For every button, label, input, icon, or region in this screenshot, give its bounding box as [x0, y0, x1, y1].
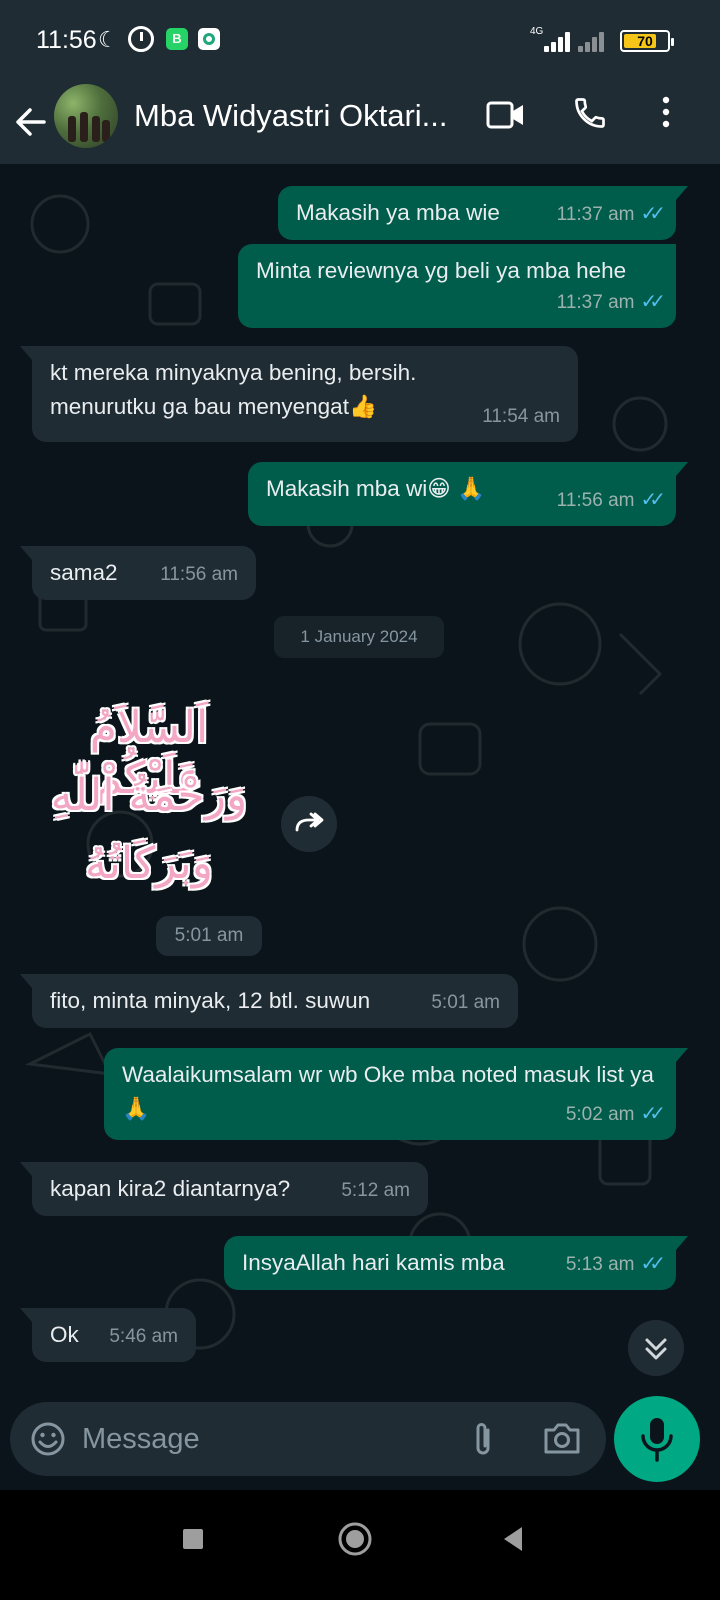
- forward-icon: [295, 812, 324, 832]
- bubble-tail: [676, 186, 688, 200]
- back-arrow-icon: [16, 108, 46, 136]
- forward-button[interactable]: [281, 796, 337, 852]
- outgoing-message[interactable]: Minta reviewnya yg beli ya mba hehe 11:3…: [238, 244, 676, 328]
- video-call-button[interactable]: [486, 100, 526, 135]
- message-meta: 5:02 am ✓✓: [565, 1097, 666, 1132]
- outgoing-message[interactable]: Makasih ya mba wie 11:37 am ✓✓: [278, 186, 688, 240]
- bubble-tail: [676, 1236, 688, 1250]
- incoming-message[interactable]: Ok 5:46 am: [20, 1308, 196, 1362]
- message-meta: 5:12 am: [341, 1174, 410, 1208]
- microphone-icon: [641, 1418, 673, 1462]
- status-bar: 11:56 ☾ B 4G 70: [0, 0, 720, 80]
- back-button[interactable]: [10, 96, 54, 148]
- message-time: 11:56 am: [556, 490, 635, 511]
- read-receipt-icon: ✓✓: [640, 1103, 665, 1125]
- message-text: kt mereka minyaknya bening, bersih. menu…: [50, 360, 417, 419]
- bubble-tail: [20, 346, 32, 360]
- battery-level: 70: [637, 33, 653, 49]
- emoji-button[interactable]: [30, 1421, 66, 1457]
- incoming-message[interactable]: kt mereka minyaknya bening, bersih. menu…: [20, 346, 578, 442]
- message-time: 11:37 am: [556, 292, 635, 313]
- message-text: Minta reviewnya yg beli ya mba hehe: [256, 258, 627, 283]
- message-time: 5:01 am: [431, 992, 500, 1013]
- do-not-disturb-icon: ☾: [98, 27, 118, 52]
- bubble-tail: [676, 1048, 688, 1062]
- read-receipt-icon: ✓✓: [640, 203, 665, 225]
- back-button-icon[interactable]: [500, 1524, 526, 1554]
- message-time: 11:56 am: [160, 564, 238, 585]
- sticker-text-line: وَبَرَكَاتُهُ: [85, 838, 213, 889]
- system-navigation-bar: [0, 1490, 720, 1600]
- more-options-button[interactable]: [660, 96, 672, 133]
- whatsapp-business-notification-icon: B: [166, 28, 188, 50]
- message-meta: 5:13 am ✓✓: [565, 1247, 666, 1282]
- battery-icon: 70: [620, 30, 674, 52]
- outgoing-message[interactable]: Makasih mba wi😁 🙏 11:56 am ✓✓: [248, 462, 688, 526]
- message-text: kapan kira2 diantarnya?: [50, 1176, 291, 1201]
- message-input[interactable]: [82, 1414, 442, 1464]
- voice-message-button[interactable]: [614, 1396, 700, 1482]
- whatsapp-chat-screen: 11:56 ☾ B 4G 70 Mba Widyastri Oktari...: [0, 0, 720, 1600]
- double-chevron-down-icon: [645, 1338, 667, 1360]
- message-meta: 5:01 am: [431, 986, 500, 1020]
- contact-avatar[interactable]: [54, 84, 118, 148]
- voice-call-icon: [575, 98, 605, 128]
- emoji-icon: [31, 1422, 65, 1456]
- second-sim-signal-icon: [572, 30, 612, 52]
- attach-button[interactable]: [466, 1420, 502, 1460]
- bubble-tail: [20, 546, 32, 560]
- outgoing-message[interactable]: Waalaikumsalam wr wb Oke mba noted masuk…: [104, 1048, 688, 1140]
- message-time: 5:13 am: [565, 1254, 635, 1275]
- salam-sticker[interactable]: اَلسَّلاَمُ عَلَيْكُمْ وَرَحْمَةُ اللّٰه…: [34, 694, 264, 904]
- message-meta: 11:37 am ✓✓: [556, 197, 666, 232]
- message-list[interactable]: Makasih ya mba wie 11:37 am ✓✓ Minta revi…: [0, 164, 720, 1404]
- read-receipt-icon: ✓✓: [640, 1253, 665, 1275]
- message-text: Ok: [50, 1322, 79, 1347]
- read-receipt-icon: ✓✓: [640, 489, 665, 511]
- incoming-message[interactable]: sama2 11:56 am: [20, 546, 256, 600]
- date-separator: 1 January 2024: [274, 616, 444, 658]
- read-receipt-icon: ✓✓: [640, 291, 665, 313]
- recents-button-icon[interactable]: [180, 1526, 206, 1552]
- signal-strength-icon: [528, 30, 570, 52]
- more-options-icon: [662, 96, 670, 128]
- home-button-icon[interactable]: [336, 1520, 374, 1558]
- message-text: sama2: [50, 560, 118, 585]
- message-text: Makasih mba wi😁 🙏: [266, 476, 486, 501]
- bubble-tail: [20, 1308, 32, 1322]
- message-meta: 11:54 am: [482, 400, 560, 434]
- alarm-icon: [128, 26, 154, 52]
- message-text: fito, minta minyak, 12 btl. suwun: [50, 988, 371, 1013]
- voice-call-button[interactable]: [572, 95, 608, 136]
- bubble-tail: [20, 974, 32, 988]
- message-meta: 5:46 am: [109, 1320, 178, 1354]
- video-call-icon: [486, 101, 523, 129]
- message-composer: [10, 1402, 606, 1476]
- camera-button[interactable]: [542, 1420, 582, 1458]
- incoming-message[interactable]: kapan kira2 diantarnya? 5:12 am: [20, 1162, 428, 1216]
- status-time: 11:56: [36, 26, 97, 54]
- message-time: 5:02 am: [565, 1104, 635, 1125]
- sticker-time: 5:01 am: [156, 916, 262, 956]
- message-time: 11:37 am: [556, 204, 635, 225]
- incoming-message[interactable]: fito, minta minyak, 12 btl. suwun 5:01 a…: [20, 974, 518, 1028]
- app-notification-icon: [198, 28, 220, 50]
- message-meta: 11:56 am ✓✓: [556, 483, 666, 518]
- scroll-to-bottom-button[interactable]: [628, 1320, 684, 1376]
- message-time: 5:46 am: [109, 1326, 178, 1347]
- paperclip-icon: [476, 1423, 490, 1455]
- message-text: InsyaAllah hari kamis mba: [242, 1250, 505, 1275]
- message-meta: 11:37 am ✓✓: [556, 285, 666, 320]
- message-meta: 11:56 am: [160, 558, 238, 592]
- message-text: Makasih ya mba wie: [296, 200, 500, 225]
- message-time: 11:54 am: [482, 406, 560, 427]
- camera-icon: [544, 1423, 580, 1454]
- bubble-tail: [676, 462, 688, 476]
- contact-name[interactable]: Mba Widyastri Oktari...: [134, 98, 448, 134]
- message-time: 5:12 am: [341, 1180, 410, 1201]
- outgoing-message[interactable]: InsyaAllah hari kamis mba 5:13 am ✓✓: [224, 1236, 688, 1290]
- sticker-text-line: وَرَحْمَةُ اللّٰهِ: [50, 770, 248, 821]
- bubble-tail: [20, 1162, 32, 1176]
